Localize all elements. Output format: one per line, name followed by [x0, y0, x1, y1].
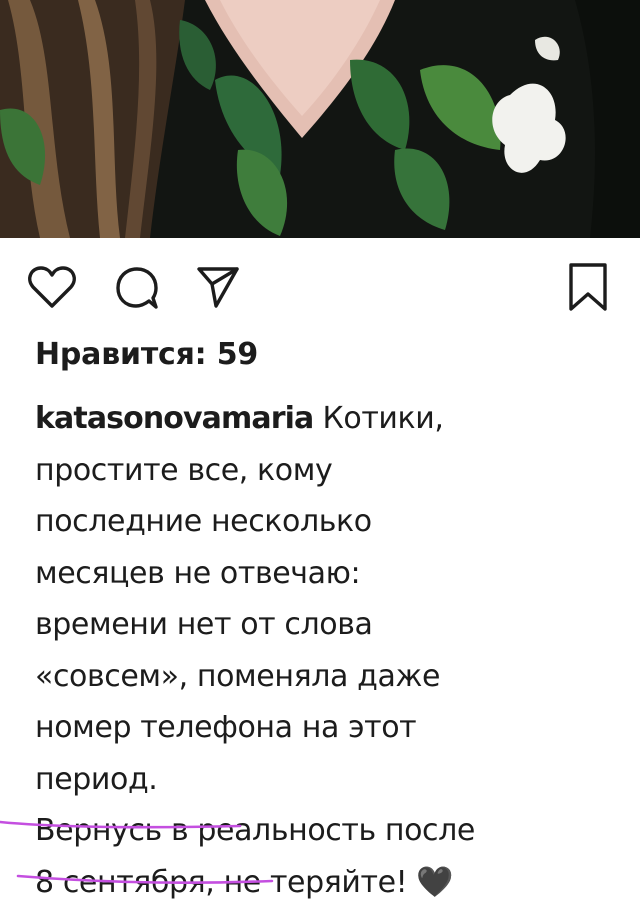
share-icon[interactable] — [196, 264, 240, 310]
caption-text: Котики, — [322, 401, 443, 436]
post-photo[interactable] — [0, 0, 640, 238]
caption-line: времени нет от слова — [35, 599, 595, 651]
caption-line: Вернусь в реальность после — [35, 805, 595, 857]
action-bar — [0, 250, 640, 330]
heart-icon[interactable] — [27, 264, 77, 310]
comment-icon[interactable] — [113, 264, 161, 312]
caption-line: katasonovamaria Котики, — [35, 393, 595, 445]
bookmark-icon[interactable] — [566, 261, 610, 313]
caption-line: месяцев не отвечаю: — [35, 548, 595, 600]
caption-line: последние несколько — [35, 496, 595, 548]
caption-line: «совсем», поменяла даже — [35, 651, 595, 703]
caption-line: простите все, кому — [35, 445, 595, 497]
caption-line: период. — [35, 754, 595, 806]
caption-line: номер телефона на этот — [35, 702, 595, 754]
likes-count[interactable]: Нравится: 59 — [35, 337, 258, 372]
username-link[interactable]: katasonovamaria — [35, 401, 313, 436]
photo-illustration — [0, 0, 640, 238]
post-caption: katasonovamaria Котики, простите все, ко… — [35, 393, 595, 908]
caption-line: 8 сентября, не теряйте! 🖤 — [35, 857, 595, 908]
